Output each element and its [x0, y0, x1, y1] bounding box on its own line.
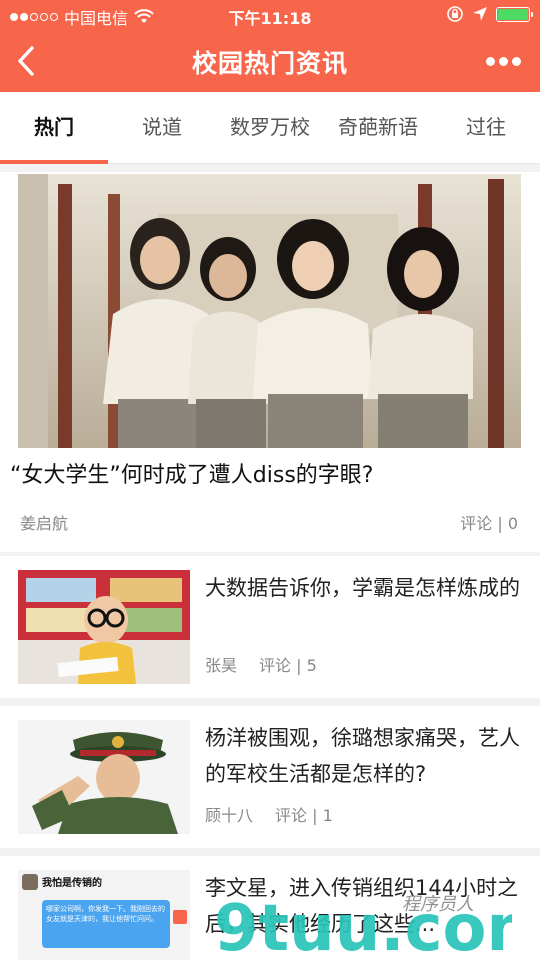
list-item[interactable]: 杨洋被围观，徐璐想家痛哭，艺人的军校生活都是怎样的? 顾十八 评论 | 1: [0, 706, 540, 848]
more-dot-icon: [512, 56, 521, 66]
tab-quirky-words[interactable]: 奇葩新语: [324, 92, 432, 164]
page-title: 校园热门资讯: [191, 49, 348, 78]
chat-header-text: 我怕是传销的: [42, 878, 102, 889]
article-title[interactable]: 大数据告诉你，学霸是怎样炼成的: [205, 570, 520, 606]
article-comment-count[interactable]: 评论 | 1: [275, 802, 333, 826]
site-watermark: 9tuu.com 程序员人: [212, 880, 540, 960]
article-author: 顾十八: [205, 806, 254, 825]
app-header: 中国电信 下午11:18 校园热门资讯: [0, 0, 540, 92]
tab-schools[interactable]: 数罗万校: [216, 92, 324, 164]
featured-photo: [18, 174, 521, 448]
watermark-logo: 9tuu.com 程序员人: [214, 892, 540, 960]
featured-comment-count[interactable]: 评论 | 0: [460, 510, 518, 534]
tab-hot[interactable]: 热门: [0, 92, 108, 164]
category-tabs: 热门 说道 数罗万校 奇葩新语 过往: [0, 92, 540, 164]
featured-article[interactable]: “女大学生”何时成了遭人diss的字眼? 姜启航 评论 | 0: [0, 172, 540, 552]
chat-screenshot: 我怕是传销的 哪家公司啊，你发我一下。我刚回去的女友就是天津的，我让他帮忙问问。: [18, 870, 190, 960]
student-photo: [18, 570, 190, 684]
article-meta: 顾十八 评论 | 1: [205, 802, 333, 826]
more-options-button[interactable]: [486, 51, 524, 71]
chat-avatar-icon: [173, 910, 187, 924]
article-thumbnail[interactable]: 我怕是传销的 哪家公司啊，你发我一下。我刚回去的女友就是天津的，我让他帮忙问问。: [18, 870, 190, 960]
article-title[interactable]: 杨洋被围观，徐璐想家痛哭，艺人的军校生活都是怎样的?: [205, 720, 520, 792]
status-right: [446, 5, 533, 23]
tab-shuodao[interactable]: 说道: [108, 92, 216, 164]
soldier-photo: [18, 720, 190, 834]
article-meta: 张昊 评论 | 5: [205, 652, 317, 676]
more-dot-icon: [486, 56, 495, 66]
article-comment-count[interactable]: 评论 | 5: [259, 652, 317, 676]
list-item[interactable]: 大数据告诉你，学霸是怎样炼成的 张昊 评论 | 5: [0, 556, 540, 698]
more-dot-icon: [499, 56, 508, 66]
battery-icon: [496, 6, 533, 22]
article-thumbnail[interactable]: [18, 570, 190, 684]
status-bar: 中国电信 下午11:18: [0, 0, 540, 30]
article-author: 张昊: [205, 656, 238, 675]
battery-level: [498, 8, 528, 20]
watermark-script: 程序员人: [402, 894, 474, 915]
featured-image[interactable]: [18, 174, 521, 448]
featured-author: 姜启航: [20, 514, 69, 533]
rotation-lock-icon: [447, 6, 463, 22]
chat-avatar-icon: [22, 874, 38, 890]
article-thumbnail[interactable]: [18, 720, 190, 834]
featured-title[interactable]: “女大学生”何时成了遭人diss的字眼?: [10, 460, 530, 492]
chat-bubble: 哪家公司啊，你发我一下。我刚回去的女友就是天津的，我让他帮忙问问。: [42, 900, 170, 948]
location-arrow-icon: [473, 7, 487, 21]
nav-bar: 校园热门资讯: [0, 30, 540, 92]
tab-past[interactable]: 过往: [432, 92, 540, 164]
